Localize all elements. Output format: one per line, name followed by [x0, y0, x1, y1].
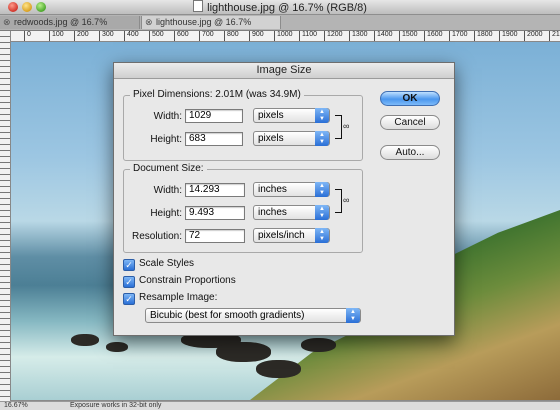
chevron-updown-icon: ▲ ▼ [315, 228, 329, 243]
ruler-tick: 1700 [449, 31, 468, 41]
rock [71, 334, 99, 346]
ruler-tick: 500 [149, 31, 164, 41]
rock [301, 338, 336, 352]
doc-width-field[interactable]: 14.293 [185, 183, 245, 197]
ruler-tick: 1400 [374, 31, 393, 41]
chevron-updown-icon: ▲ ▼ [315, 108, 329, 123]
ok-button[interactable]: OK [380, 91, 440, 106]
doc-height-field[interactable]: 9.493 [185, 206, 245, 220]
ruler-tick: 700 [199, 31, 214, 41]
ruler-tick: 2000 [524, 31, 543, 41]
select-value: pixels [258, 110, 284, 121]
pixel-height-label: Height: [150, 134, 182, 145]
ruler-tick: 1000 [274, 31, 293, 41]
chain-link-icon: ∞ [343, 195, 350, 205]
resample-image-checkbox[interactable]: ✓ [123, 293, 135, 305]
resolution-unit-select[interactable]: pixels/inch ▲ ▼ [253, 228, 330, 243]
scale-styles-checkbox[interactable]: ✓ [123, 259, 135, 271]
scale-styles-label: Scale Styles [139, 258, 195, 269]
ruler-tick: 100 [49, 31, 64, 41]
close-tab-icon[interactable]: ⊗ [3, 16, 11, 29]
pixel-link-bracket [335, 115, 342, 139]
ruler-tick: 200 [74, 31, 89, 41]
ruler-tick: 400 [124, 31, 139, 41]
chevron-updown-icon: ▲ ▼ [315, 182, 329, 197]
document-size-title: Document Size: [130, 163, 207, 174]
ruler-tick: 300 [99, 31, 114, 41]
rock [256, 360, 301, 378]
ruler-tick: 2100 [549, 31, 560, 41]
chevron-updown-icon: ▲ ▼ [315, 205, 329, 220]
doc-height-label: Height: [150, 208, 182, 219]
scale-styles-option[interactable]: ✓ Scale Styles [123, 257, 195, 271]
ruler-tick: 1200 [324, 31, 343, 41]
dialog-title: Image Size [114, 63, 454, 79]
ruler-tick: 1100 [299, 31, 317, 41]
constrain-proportions-option[interactable]: ✓ Constrain Proportions [123, 274, 236, 288]
ruler-tick: 1800 [474, 31, 493, 41]
pixel-dimensions-group [123, 95, 363, 161]
document-icon [193, 0, 204, 12]
constrain-proportions-label: Constrain Proportions [139, 275, 236, 286]
vertical-ruler [0, 31, 11, 401]
tab-lighthouse[interactable]: ⊗lighthouse.jpg @ 16.7% (RGB/8) [141, 16, 281, 40]
select-value: pixels [258, 133, 284, 144]
select-value: inches [258, 184, 287, 195]
chevron-updown-icon: ▲ ▼ [315, 131, 329, 146]
pixel-dimensions-title: Pixel Dimensions: 2.01M (was 34.9M) [130, 89, 304, 100]
ruler-tick: 600 [174, 31, 189, 41]
ruler-tick: 1300 [349, 31, 368, 41]
resolution-label: Resolution: [131, 231, 182, 242]
ruler-tick: 800 [224, 31, 239, 41]
select-value: Bicubic (best for smooth gradients) [150, 310, 305, 321]
window-title: lighthouse.jpg @ 16.7% (RGB/8) [0, 0, 560, 14]
ruler-tick: 1900 [499, 31, 518, 41]
window-title-text: lighthouse.jpg @ 16.7% (RGB/8) [207, 2, 367, 14]
window-title-bar: lighthouse.jpg @ 16.7% (RGB/8) [0, 0, 560, 15]
rock [106, 342, 128, 352]
auto-button[interactable]: Auto... [380, 145, 440, 160]
horizontal-ruler: 0 100 200 300 400 500 600 700 800 900 1000 1100 1200… [10, 31, 560, 42]
doc-width-label: Width: [153, 185, 182, 196]
chain-link-icon: ∞ [343, 121, 350, 131]
image-size-dialog: Image Size Pixel Dimensions: 2.01M (was … [113, 62, 455, 336]
pixel-width-label: Width: [153, 111, 182, 122]
ruler-tick: 0 [24, 31, 31, 41]
select-value: pixels/inch [258, 230, 305, 241]
ruler-tick: 1500 [399, 31, 418, 41]
resample-image-option[interactable]: ✓ Resample Image: [123, 291, 218, 305]
pixel-width-field[interactable]: 1029 [185, 109, 243, 123]
close-tab-icon[interactable]: ⊗ [145, 16, 153, 29]
rock [216, 342, 271, 362]
tab-redwoods[interactable]: ⊗redwoods.jpg @ 16.7% (RGB/8) [0, 16, 140, 40]
ruler-tick: 900 [249, 31, 264, 41]
doc-height-unit-select[interactable]: inches ▲ ▼ [253, 205, 330, 220]
resolution-field[interactable]: 72 [185, 229, 245, 243]
pixel-width-unit-select[interactable]: pixels ▲ ▼ [253, 108, 330, 123]
document-tab-bar: ⊗redwoods.jpg @ 16.7% (RGB/8) ⊗lighthous… [0, 15, 560, 40]
ruler-tick: 1600 [424, 31, 443, 41]
document-link-bracket [335, 189, 342, 213]
chevron-updown-icon: ▲ ▼ [346, 308, 360, 323]
resample-method-select[interactable]: Bicubic (best for smooth gradients) ▲ ▼ [145, 308, 361, 323]
select-value: inches [258, 207, 287, 218]
doc-width-unit-select[interactable]: inches ▲ ▼ [253, 182, 330, 197]
pixel-height-field[interactable]: 683 [185, 132, 243, 146]
cancel-button[interactable]: Cancel [380, 115, 440, 130]
constrain-proportions-checkbox[interactable]: ✓ [123, 276, 135, 288]
resample-image-label: Resample Image: [139, 292, 218, 303]
pixel-height-unit-select[interactable]: pixels ▲ ▼ [253, 131, 330, 146]
